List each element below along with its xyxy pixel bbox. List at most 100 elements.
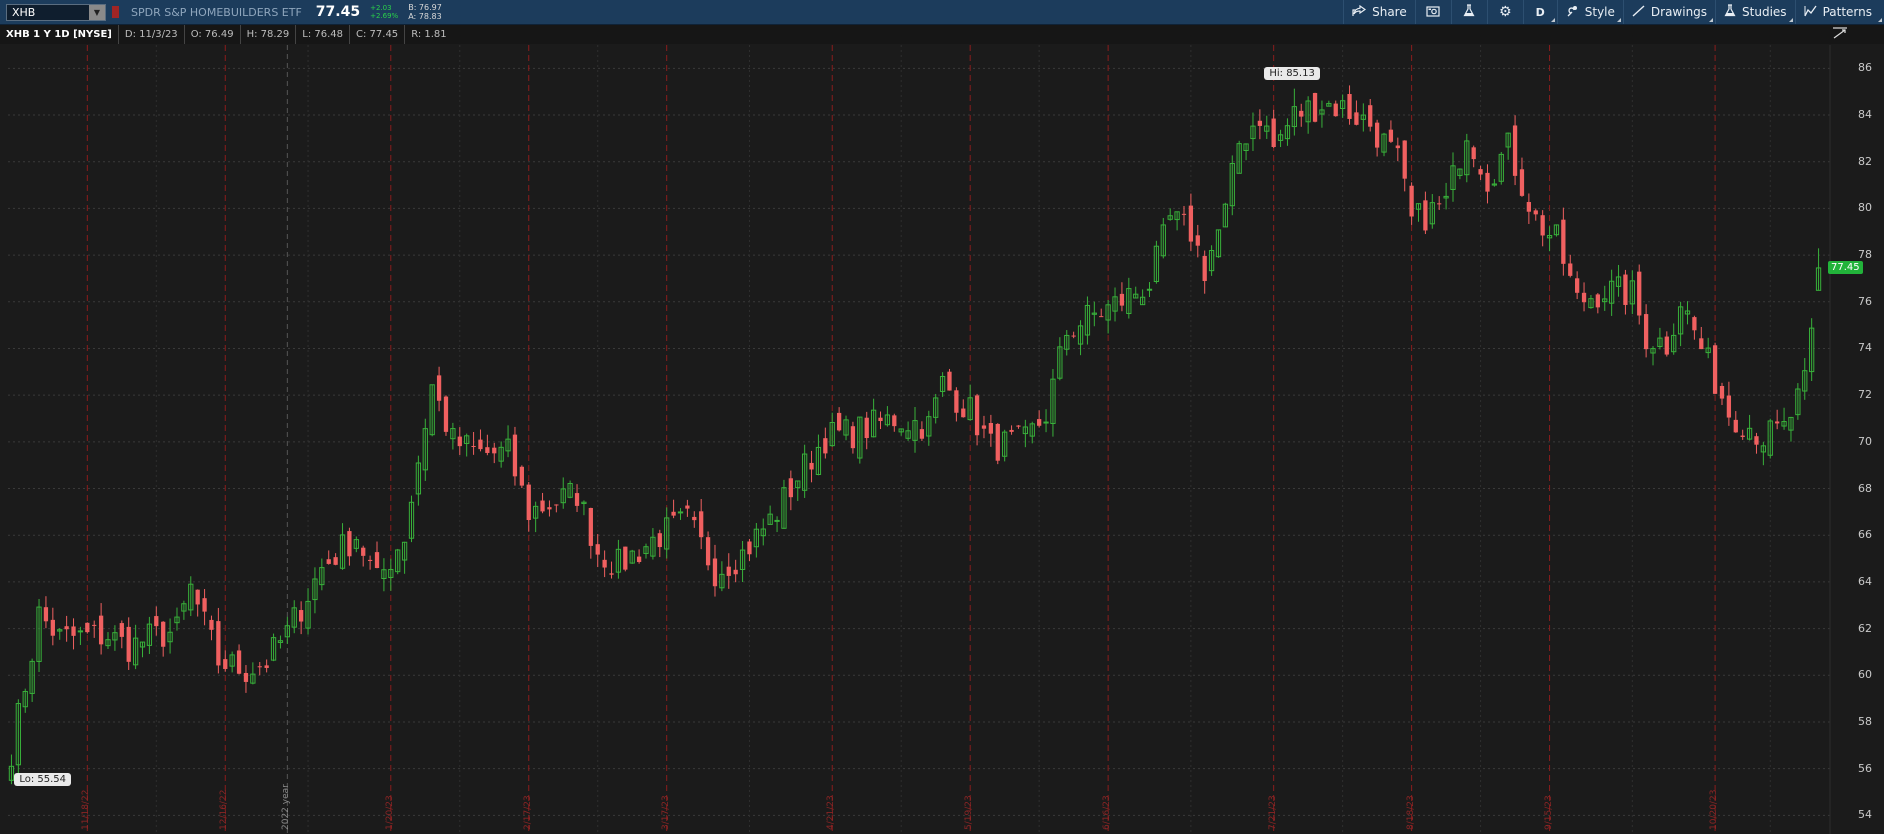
candle-body-down xyxy=(1071,335,1076,337)
candle-body-down xyxy=(1037,419,1042,426)
candle-body-down xyxy=(988,423,994,434)
low-price-label: Lo: 55.54 xyxy=(14,773,72,787)
candle-body-down xyxy=(1775,421,1780,424)
gear-icon: ⚙ xyxy=(1498,4,1512,20)
candle-body-down xyxy=(1009,429,1014,432)
candle-body-down xyxy=(43,607,49,622)
candle-body-down xyxy=(919,429,925,439)
candle-body-down xyxy=(347,531,352,557)
x-axis-date-label: 11/18/22 xyxy=(81,789,92,830)
candle-body-down xyxy=(864,417,869,439)
candle-body-down xyxy=(981,425,987,429)
y-axis-label: 66 xyxy=(1858,528,1872,542)
candle-body-down xyxy=(588,507,593,546)
candle-body-down xyxy=(671,511,676,516)
style-label: Style xyxy=(1584,5,1615,19)
bar-high: H: 78.29 xyxy=(241,25,297,44)
candle-body-down xyxy=(1312,92,1318,122)
company-name: SPDR S&P HOMEBUILDERS ETF xyxy=(131,5,302,19)
x-axis-date-label: 10/20/23 xyxy=(1709,789,1720,830)
y-axis-label: 64 xyxy=(1858,574,1872,588)
price-change: +2.03 +2.69% xyxy=(370,4,398,20)
ask-price: A: 78.83 xyxy=(408,12,442,21)
candle-body-down xyxy=(1347,94,1352,119)
y-axis-label: 62 xyxy=(1858,621,1872,635)
candle-body-down xyxy=(1195,235,1200,246)
y-axis-label: 76 xyxy=(1858,294,1872,308)
price-chart[interactable]: 54 56 58 60 62 64 66 68 70 72 74 76 78 80 82 84 86 11/18/… xyxy=(0,45,1884,834)
candle-body-down xyxy=(154,616,159,627)
candle-body-down xyxy=(726,566,731,576)
y-axis-label: 78 xyxy=(1858,248,1872,262)
dropdown-corner-icon xyxy=(1709,18,1714,22)
x-axis-date-label: 12/16/22 xyxy=(219,789,230,830)
candle-body-down xyxy=(1271,118,1276,148)
candle-body-down xyxy=(1637,271,1642,316)
candle-body-down xyxy=(333,557,338,565)
candle-body-down xyxy=(554,504,559,506)
candle-body-down xyxy=(1333,103,1338,117)
screenshot-button[interactable] xyxy=(1414,0,1451,24)
candle-body-down xyxy=(636,556,642,563)
thinkorswim-chart-window: ▼ SPDR S&P HOMEBUILDERS ETF 77.45 +2.03 … xyxy=(0,0,1884,834)
y-axis-label: 58 xyxy=(1858,714,1872,728)
candle-body-down xyxy=(623,546,628,570)
candle-body-down xyxy=(947,371,952,391)
candle-body-down xyxy=(202,598,207,612)
studies-button[interactable]: Studies xyxy=(1715,0,1795,24)
y-axis-label: 84 xyxy=(1858,108,1872,122)
y-axis-label: 86 xyxy=(1858,61,1872,75)
symbol-input[interactable] xyxy=(7,4,92,20)
candle-body-down xyxy=(1402,140,1407,179)
candle-body-down xyxy=(1533,210,1538,215)
bid-price: B: 76.97 xyxy=(408,3,442,12)
candle-body-down xyxy=(1374,122,1380,148)
candle-body-down xyxy=(92,624,97,626)
year-label: 2022 year xyxy=(281,784,292,830)
candle-body-down xyxy=(526,484,531,520)
studies-lab-button[interactable] xyxy=(1450,0,1487,24)
candle-body-down xyxy=(1568,263,1573,276)
share-button[interactable]: Share xyxy=(1343,0,1415,24)
link-flag-icon[interactable] xyxy=(112,6,119,18)
symbol-dropdown-button[interactable]: ▼ xyxy=(89,4,105,20)
style-button[interactable]: Style xyxy=(1556,0,1623,24)
x-axis-date-label: 6/16/23 xyxy=(1102,795,1113,830)
dropdown-corner-icon xyxy=(1788,18,1793,22)
aggregation-button[interactable]: D xyxy=(1522,0,1557,24)
collapse-panel-icon[interactable] xyxy=(1832,26,1848,44)
candle-body-down xyxy=(1437,203,1442,205)
share-icon xyxy=(1352,4,1367,20)
candle-body-down xyxy=(1257,120,1263,126)
candle-body-down xyxy=(216,621,221,666)
drawings-button[interactable]: Drawings xyxy=(1622,0,1715,24)
percent-change: +2.69% xyxy=(370,12,399,20)
candle-body-down xyxy=(1643,314,1649,350)
candle-body-down xyxy=(443,396,449,432)
candle-body-down xyxy=(1119,293,1125,306)
candle-body-down xyxy=(264,665,269,668)
candle-body-down xyxy=(836,412,842,431)
patterns-button[interactable]: Patterns xyxy=(1794,0,1884,24)
y-axis-label: 70 xyxy=(1858,434,1872,448)
candle-body-down xyxy=(540,500,545,512)
candlestick-chart-svg[interactable] xyxy=(0,45,1884,834)
chart-settings-button[interactable]: ⚙ xyxy=(1486,0,1523,24)
candle-body-down xyxy=(954,390,959,413)
candle-body-down xyxy=(747,541,752,555)
chart-title: XHB 1 Y 1D [NYSE] xyxy=(0,25,119,44)
candle-body-down xyxy=(1202,255,1207,282)
style-icon xyxy=(1566,5,1579,20)
candle-body-down xyxy=(809,462,814,470)
candle-body-down xyxy=(126,626,131,662)
candle-body-down xyxy=(492,447,497,454)
candle-body-down xyxy=(1623,274,1628,305)
candle-body-down xyxy=(195,589,200,605)
x-axis-date-label: 1/20/23 xyxy=(384,795,395,830)
candle-body-down xyxy=(1395,145,1400,149)
symbol-selector[interactable]: ▼ xyxy=(6,3,106,21)
x-axis-date-label: 9/15/23 xyxy=(1543,795,1554,830)
y-axis-label: 80 xyxy=(1858,201,1872,215)
candle-body-down xyxy=(1181,213,1187,215)
candle-body-down xyxy=(1526,202,1532,212)
